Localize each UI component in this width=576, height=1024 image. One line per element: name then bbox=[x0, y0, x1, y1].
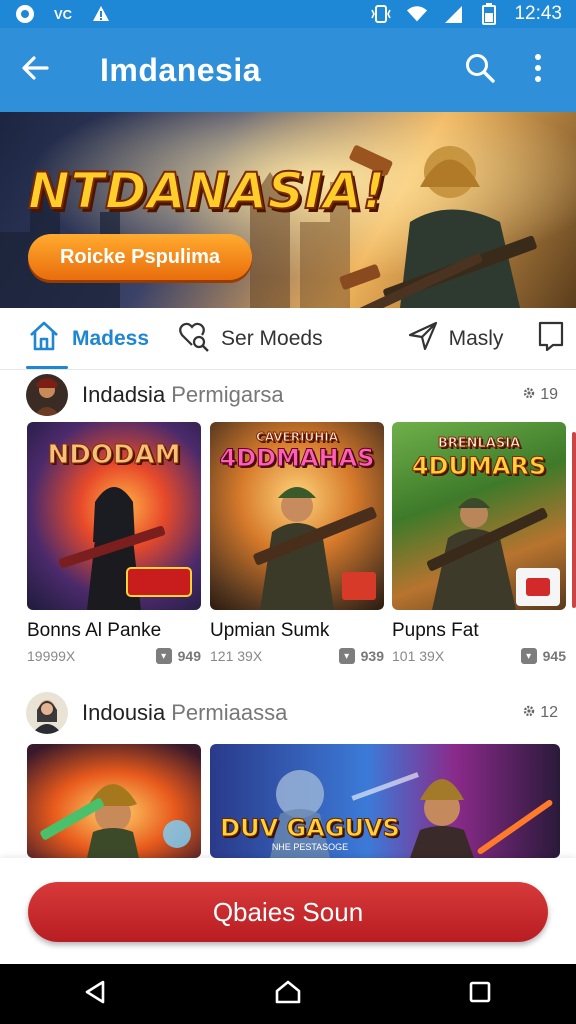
avatar bbox=[26, 374, 68, 416]
game-name: Upmian Sumk bbox=[210, 620, 330, 641]
game-thumbnail: BRENLASIA 4DUMARS bbox=[392, 422, 566, 610]
vc-icon: VC bbox=[53, 6, 73, 22]
nav-recents-button[interactable] bbox=[450, 964, 510, 1024]
tab-madess[interactable]: Madess bbox=[26, 308, 150, 369]
smiley-icon bbox=[14, 3, 36, 25]
game-size: 19999X bbox=[27, 648, 76, 664]
gear-icon bbox=[522, 704, 536, 723]
banner-cta-button[interactable]: Roicke Pspulima bbox=[28, 234, 252, 280]
battery-icon bbox=[478, 3, 500, 25]
thumbnail-title: NDODAM bbox=[47, 440, 181, 471]
app-bar: Imdanesia bbox=[0, 28, 576, 112]
section-title: Indadsia bbox=[82, 382, 166, 407]
section-header[interactable]: Indousia Permiaassa 12 bbox=[0, 690, 576, 736]
bottom-action-area: Qbaies Soun bbox=[0, 858, 576, 964]
promo-banner[interactable]: NTDANASIA! Roicke Pspulima bbox=[0, 112, 576, 308]
gear-icon bbox=[522, 386, 536, 405]
section-title: Indousia bbox=[82, 700, 166, 725]
game-name: Bonns Al Panke bbox=[27, 620, 162, 641]
thumbnail-subtitle: BRENLASIA bbox=[437, 436, 521, 452]
tab-label: Ser Moeds bbox=[221, 326, 323, 350]
thumbnail-subtitle: CAVERIUHIA bbox=[255, 430, 338, 445]
download-count: 949 bbox=[177, 648, 201, 664]
active-tab-indicator bbox=[26, 366, 68, 369]
download-count: 945 bbox=[542, 648, 566, 664]
game-size: 101 39X bbox=[392, 648, 445, 664]
game-card[interactable]: NDODAM Bonns Al Panke 19999X ▾ 949 bbox=[27, 422, 201, 664]
section-header[interactable]: Indadsia Permigarsa 19 bbox=[0, 372, 576, 418]
section-count: 19 bbox=[522, 386, 558, 405]
search-button[interactable] bbox=[460, 50, 500, 90]
download-badge-icon: ▾ bbox=[155, 648, 172, 664]
status-bar: VC 12:43 bbox=[0, 0, 576, 28]
count-value: 12 bbox=[540, 704, 558, 721]
status-time: 12:43 bbox=[514, 3, 562, 24]
nav-home-button[interactable] bbox=[258, 964, 318, 1024]
alert-icon bbox=[90, 3, 112, 25]
next-card-peek bbox=[572, 432, 576, 608]
game-meta: 101 39X ▾ 945 bbox=[392, 648, 566, 664]
download-badge-icon: ▾ bbox=[338, 648, 355, 664]
home-icon bbox=[26, 318, 62, 359]
search-heart-icon bbox=[177, 319, 211, 358]
back-button[interactable] bbox=[0, 28, 70, 112]
primary-action-button[interactable]: Qbaies Soun bbox=[28, 882, 548, 942]
bookmark-icon bbox=[537, 321, 565, 356]
more-vert-icon bbox=[533, 53, 543, 88]
thumbnail-subtitle: NHE PESTASOGE bbox=[271, 842, 349, 852]
game-thumbnail bbox=[27, 744, 201, 858]
back-triangle-icon bbox=[83, 979, 109, 1010]
game-card[interactable]: BRENLASIA 4DUMARS Pupns Fat 101 39X ▾ 94… bbox=[392, 422, 566, 664]
banner-title: NTDANASIA! bbox=[27, 161, 386, 221]
nav-back-button[interactable] bbox=[66, 964, 126, 1024]
game-thumbnail: NDODAM bbox=[27, 422, 201, 610]
arrow-left-icon bbox=[20, 53, 50, 88]
tab-bar: Madess Ser Moeds Masly Da bbox=[0, 308, 576, 370]
game-card[interactable]: DUV GAGUVS NHE PESTASOGE bbox=[210, 744, 560, 858]
tab-da[interactable]: Da bbox=[537, 308, 576, 369]
game-card[interactable] bbox=[27, 744, 201, 858]
section-count: 12 bbox=[522, 704, 558, 723]
signal-icon bbox=[442, 3, 464, 25]
game-meta: 121 39X ▾ 939 bbox=[210, 648, 384, 664]
more-options-button[interactable] bbox=[518, 50, 558, 90]
download-badge-icon: ▾ bbox=[520, 648, 537, 664]
vibrate-icon bbox=[370, 3, 392, 25]
tab-label: Madess bbox=[72, 326, 150, 350]
thumbnail-title: DUV GAGUVS bbox=[220, 814, 401, 843]
tab-masly[interactable]: Masly bbox=[407, 308, 504, 369]
section-subtitle: Permigarsa bbox=[171, 382, 284, 407]
send-icon bbox=[407, 320, 439, 357]
game-name: Pupns Fat bbox=[392, 620, 479, 641]
section-subtitle: Permiaassa bbox=[171, 700, 288, 725]
tab-ser-moeds[interactable]: Ser Moeds bbox=[177, 308, 323, 369]
thumbnail-title: 4DDMAHAS bbox=[219, 444, 375, 473]
thumbnail-title: 4DUMARS bbox=[411, 452, 547, 481]
page-title: Imdanesia bbox=[100, 51, 262, 88]
download-count: 939 bbox=[360, 648, 384, 664]
count-value: 19 bbox=[540, 386, 558, 403]
game-meta: 19999X ▾ 949 bbox=[27, 648, 201, 664]
system-nav-bar bbox=[0, 964, 576, 1024]
search-icon bbox=[464, 52, 496, 89]
avatar bbox=[26, 692, 68, 734]
tab-label: Masly bbox=[448, 326, 504, 350]
game-thumbnail: CAVERIUHIA 4DDMAHAS bbox=[210, 422, 384, 610]
recents-square-icon bbox=[468, 980, 492, 1009]
wifi-icon bbox=[406, 3, 428, 25]
game-card[interactable]: CAVERIUHIA 4DDMAHAS Upmian Sumk 121 39X … bbox=[210, 422, 384, 664]
home-outline-icon bbox=[274, 979, 302, 1010]
game-size: 121 39X bbox=[210, 648, 263, 664]
